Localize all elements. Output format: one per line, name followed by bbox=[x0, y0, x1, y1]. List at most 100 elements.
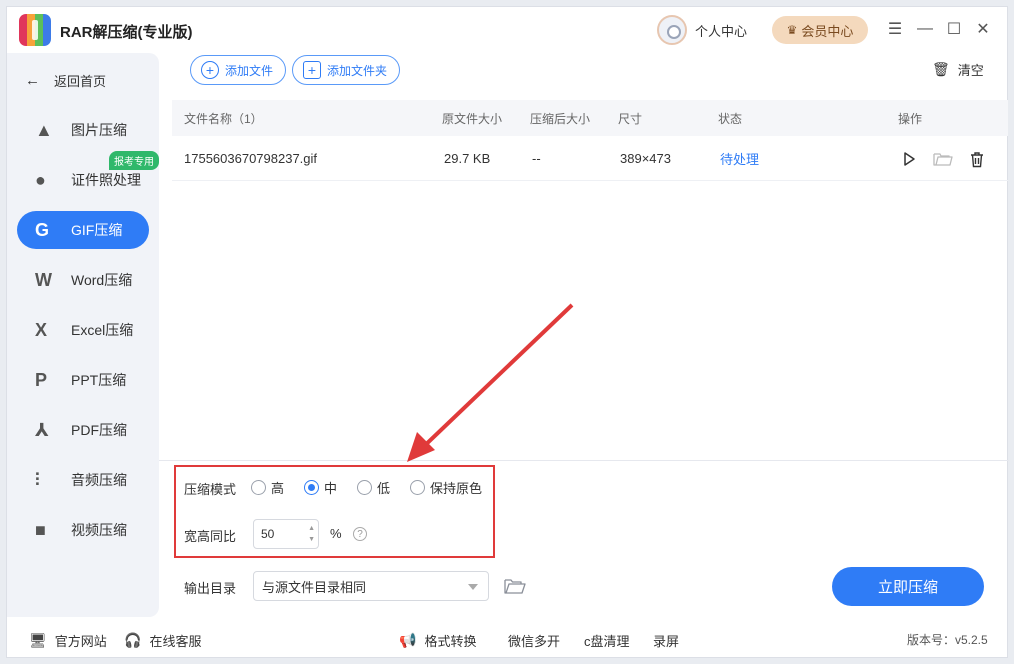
format-convert-label: 格式转换 bbox=[424, 634, 477, 649]
open-folder-icon[interactable] bbox=[933, 149, 953, 169]
menu-icon[interactable]: ☰ bbox=[883, 17, 907, 41]
mode-medium-label: 中 bbox=[324, 481, 338, 496]
title-bar: RAR解压缩(专业版) 个人中心 ♛ 会员中心 ☰ — ☐ ✕ bbox=[7, 7, 1007, 53]
sidebar-item-image[interactable]: ▲ 图片压缩 bbox=[17, 111, 149, 149]
wechat-multi-label: 微信多开 bbox=[508, 634, 561, 649]
sidebar: ← 返回首页 报考专用 ▲ 图片压缩 ● 证件照处理 G GIF压缩 W Wor… bbox=[7, 53, 159, 617]
orig-size-cell: 29.7 KB bbox=[444, 151, 491, 166]
sidebar-item-label: PDF压缩 bbox=[71, 422, 127, 438]
add-folder-label: 添加文件夹 bbox=[327, 63, 388, 78]
audio-icon: ⫶ bbox=[35, 469, 40, 490]
file-name-cell: 1755603670798237.gif bbox=[184, 151, 318, 166]
monitor-icon: 🖥 bbox=[29, 632, 47, 648]
sidebar-item-label: 证件照处理 bbox=[71, 172, 141, 188]
output-dir-label: 输出目录 bbox=[184, 581, 237, 596]
screen-record-link[interactable]: 录屏 bbox=[653, 631, 679, 650]
maximize-icon[interactable]: ☐ bbox=[942, 17, 966, 41]
aspect-ratio-label: 宽高同比 bbox=[184, 529, 237, 544]
sidebar-item-label: Word压缩 bbox=[71, 272, 133, 288]
screen-record-label: 录屏 bbox=[653, 634, 680, 649]
plus-circle-icon: + bbox=[201, 61, 219, 79]
profile-label: 个人中心 bbox=[695, 23, 748, 39]
clear-button[interactable]: 🗑 清空 bbox=[932, 60, 984, 79]
sidebar-item-gif[interactable]: G GIF压缩 bbox=[17, 211, 149, 249]
wechat-multi-link[interactable]: 微信多开 bbox=[508, 631, 560, 650]
compress-now-button[interactable]: 立即压缩 bbox=[832, 567, 984, 606]
headset-icon: 🎧 bbox=[124, 632, 142, 648]
radio-dot-selected bbox=[304, 480, 319, 495]
video-icon: ■ bbox=[35, 519, 46, 540]
divider bbox=[159, 460, 1009, 461]
help-icon[interactable]: ? bbox=[353, 527, 367, 541]
word-icon: W bbox=[35, 269, 52, 290]
chevron-down-icon bbox=[468, 584, 478, 590]
delete-icon[interactable] bbox=[967, 149, 987, 169]
comp-size-cell: -- bbox=[532, 151, 541, 166]
mode-keep-color-radio[interactable]: 保持原色 bbox=[410, 478, 482, 497]
play-icon[interactable] bbox=[899, 149, 919, 169]
dimensions-cell: 389×473 bbox=[620, 151, 671, 166]
mode-low-radio[interactable]: 低 bbox=[357, 478, 390, 497]
back-home-button[interactable]: ← 返回首页 bbox=[25, 71, 106, 90]
sidebar-item-video[interactable]: ■ 视频压缩 bbox=[17, 511, 149, 549]
image-icon: ▲ bbox=[35, 119, 53, 140]
crown-icon: ♛ bbox=[786, 23, 798, 37]
add-file-label: 添加文件 bbox=[225, 63, 274, 78]
column-header-comp-size: 压缩后大小 bbox=[530, 111, 591, 126]
add-file-button[interactable]: + 添加文件 bbox=[190, 55, 287, 85]
table-row[interactable]: 1755603670798237.gif 29.7 KB -- 389×473 … bbox=[172, 137, 1008, 181]
sidebar-item-label: GIF压缩 bbox=[71, 222, 123, 238]
add-folder-button[interactable]: + 添加文件夹 bbox=[292, 55, 401, 85]
trash-icon: 🗑 bbox=[932, 61, 950, 77]
mode-keep-color-label: 保持原色 bbox=[430, 481, 483, 496]
sidebar-item-id-photo[interactable]: ● 证件照处理 bbox=[17, 161, 149, 199]
output-dir-select[interactable]: 与源文件目录相同 bbox=[253, 571, 489, 601]
sidebar-item-audio[interactable]: ⫶ 音频压缩 bbox=[17, 461, 149, 499]
sidebar-item-label: 图片压缩 bbox=[71, 122, 127, 138]
website-link[interactable]: 🖥 官方网站 bbox=[29, 631, 107, 650]
sidebar-item-excel[interactable]: X Excel压缩 bbox=[17, 311, 149, 349]
megaphone-icon: 📢 bbox=[399, 632, 417, 648]
mode-low-label: 低 bbox=[377, 481, 391, 496]
profile-center[interactable]: 个人中心 bbox=[657, 14, 747, 46]
column-header-orig-size: 原文件大小 bbox=[442, 111, 503, 126]
arrow-left-icon: ← bbox=[25, 72, 40, 89]
format-convert-link[interactable]: 📢 格式转换 bbox=[399, 631, 476, 650]
column-header-dimensions: 尺寸 bbox=[618, 111, 643, 126]
browse-folder-icon[interactable] bbox=[504, 578, 526, 594]
support-label: 在线客服 bbox=[149, 634, 202, 649]
ppt-icon: P bbox=[35, 369, 48, 390]
version-text: 版本号：v5.2.5 bbox=[907, 633, 988, 647]
minimize-icon[interactable]: — bbox=[913, 17, 937, 41]
disk-cleanup-label: c盘清理 bbox=[584, 634, 630, 649]
footer: 🖥 官方网站 🎧 在线客服 📢 格式转换 微信多开 c盘清理 录屏 版本号：v5… bbox=[7, 621, 1007, 657]
sidebar-item-label: 视频压缩 bbox=[71, 522, 127, 538]
spin-arrows-icon[interactable]: ▲ ▼ bbox=[308, 523, 315, 545]
sidebar-item-label: Excel压缩 bbox=[71, 322, 134, 338]
support-link[interactable]: 🎧 在线客服 bbox=[124, 631, 201, 650]
plus-folder-icon: + bbox=[303, 61, 321, 79]
avatar-icon bbox=[657, 15, 687, 45]
website-label: 官方网站 bbox=[54, 634, 107, 649]
disk-cleanup-link[interactable]: c盘清理 bbox=[584, 631, 630, 650]
ratio-stepper[interactable]: 50 ▲ ▼ bbox=[253, 519, 319, 549]
sidebar-item-ppt[interactable]: P PPT压缩 bbox=[17, 361, 149, 399]
column-header-name: 文件名称（1） bbox=[184, 111, 263, 126]
vip-center-button[interactable]: ♛ 会员中心 bbox=[772, 16, 868, 44]
column-header-status: 状态 bbox=[718, 111, 743, 126]
compression-mode-label: 压缩模式 bbox=[184, 482, 237, 497]
radio-dot bbox=[357, 480, 372, 495]
sidebar-item-pdf[interactable]: ⅄ PDF压缩 bbox=[17, 411, 149, 449]
close-icon[interactable]: ✕ bbox=[971, 17, 995, 41]
ratio-unit: % bbox=[330, 526, 342, 541]
back-label: 返回首页 bbox=[54, 74, 107, 89]
mode-high-label: 高 bbox=[271, 481, 285, 496]
sidebar-item-word[interactable]: W Word压缩 bbox=[17, 261, 149, 299]
app-logo-icon bbox=[19, 14, 51, 46]
app-title: RAR解压缩(专业版) bbox=[60, 24, 193, 41]
mode-high-radio[interactable]: 高 bbox=[251, 478, 284, 497]
gif-icon: G bbox=[35, 219, 50, 240]
clear-label: 清空 bbox=[957, 63, 984, 78]
mode-medium-radio[interactable]: 中 bbox=[304, 478, 337, 497]
sidebar-item-label: 音频压缩 bbox=[71, 472, 127, 488]
